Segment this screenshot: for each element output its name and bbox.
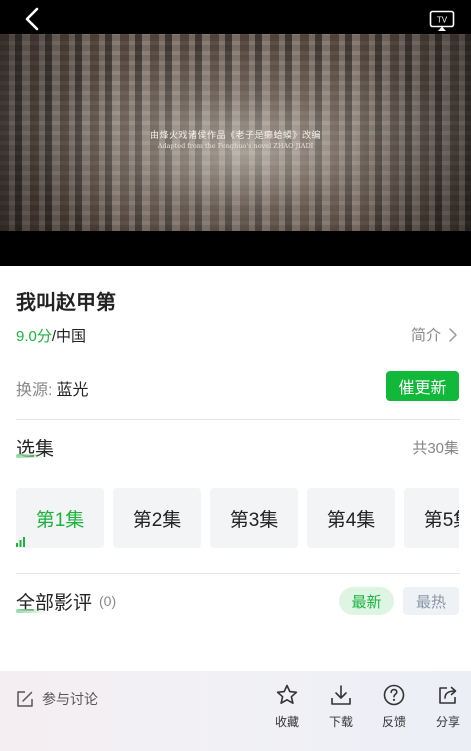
star-icon	[276, 684, 298, 704]
episode-label: 第3集	[229, 509, 279, 531]
urge-update-button[interactable]: 催更新	[386, 371, 459, 401]
favorite-button[interactable]: 收藏	[267, 683, 307, 730]
reviews-count: (0)	[99, 593, 117, 609]
episode-label: 第4集	[326, 509, 376, 531]
episode-label: 第5集	[423, 509, 459, 531]
tv-label: TV	[437, 16, 448, 25]
download-button[interactable]: 下载	[321, 683, 361, 730]
edit-icon	[17, 691, 33, 707]
download-icon	[331, 685, 351, 705]
source-label: 换源:	[16, 382, 53, 399]
tv-cast-icon[interactable]: TV	[429, 10, 455, 32]
intro-label: 简介	[410, 327, 441, 344]
episodes-title-underline	[16, 454, 46, 458]
chevron-left-icon[interactable]	[20, 6, 46, 32]
subtitle-english: Adapted from the Fenghuo's novel ZHAO JI…	[157, 142, 314, 150]
episode-item-1[interactable]: 第1集	[16, 488, 104, 548]
region: 中国	[56, 328, 87, 345]
feedback-button[interactable]: 反馈	[374, 683, 414, 730]
episode-item-4[interactable]: 第4集	[307, 488, 395, 548]
episode-count: 共30集	[412, 440, 459, 457]
episode-label: 第1集	[35, 509, 85, 531]
divider	[16, 419, 460, 420]
episode-item-5[interactable]: 第5集	[404, 488, 459, 548]
player-topbar: TV	[0, 0, 471, 34]
favorite-label: 收藏	[274, 715, 299, 729]
meta-row: 9.0分/中国	[16, 325, 86, 346]
discuss-label: 参与讨论	[42, 691, 98, 707]
source-selector[interactable]: 换源: 蓝光	[16, 376, 88, 400]
episode-item-2[interactable]: 第2集	[113, 488, 201, 548]
filter-hottest[interactable]: 最热	[403, 587, 459, 615]
help-icon	[383, 684, 405, 706]
divider	[16, 573, 460, 574]
source-value: 蓝光	[56, 382, 89, 399]
bottom-action-bar: 参与讨论 收藏 下载 反馈 分享	[0, 671, 471, 751]
share-button[interactable]: 分享	[428, 683, 468, 730]
intro-link[interactable]: 简介	[411, 324, 457, 345]
chevron-right-icon	[449, 327, 457, 342]
episode-list: 第1集 第2集 第3集 第4集 第5集	[16, 488, 459, 548]
episode-label: 第2集	[132, 509, 182, 531]
subtitle-chinese: 由烽火戏诸侯作品《老子是癞蛤蟆》改编	[149, 131, 321, 141]
share-icon	[439, 686, 457, 704]
filter-newest[interactable]: 最新	[339, 587, 394, 615]
video-player[interactable]: TV 由烽火戏诸侯作品《老子是癞蛤蟆》改编 Adapted from the F…	[0, 0, 471, 266]
episode-item-3[interactable]: 第3集	[210, 488, 298, 548]
feedback-label: 反馈	[381, 715, 406, 729]
reviews-title-underline	[16, 609, 48, 613]
share-label: 分享	[435, 715, 460, 729]
playing-bars-icon	[16, 537, 25, 547]
discuss-button[interactable]: 参与讨论	[16, 689, 98, 709]
score: 9.0分	[16, 328, 52, 345]
download-label: 下载	[328, 715, 353, 729]
show-title: 我叫赵甲第	[16, 292, 116, 314]
